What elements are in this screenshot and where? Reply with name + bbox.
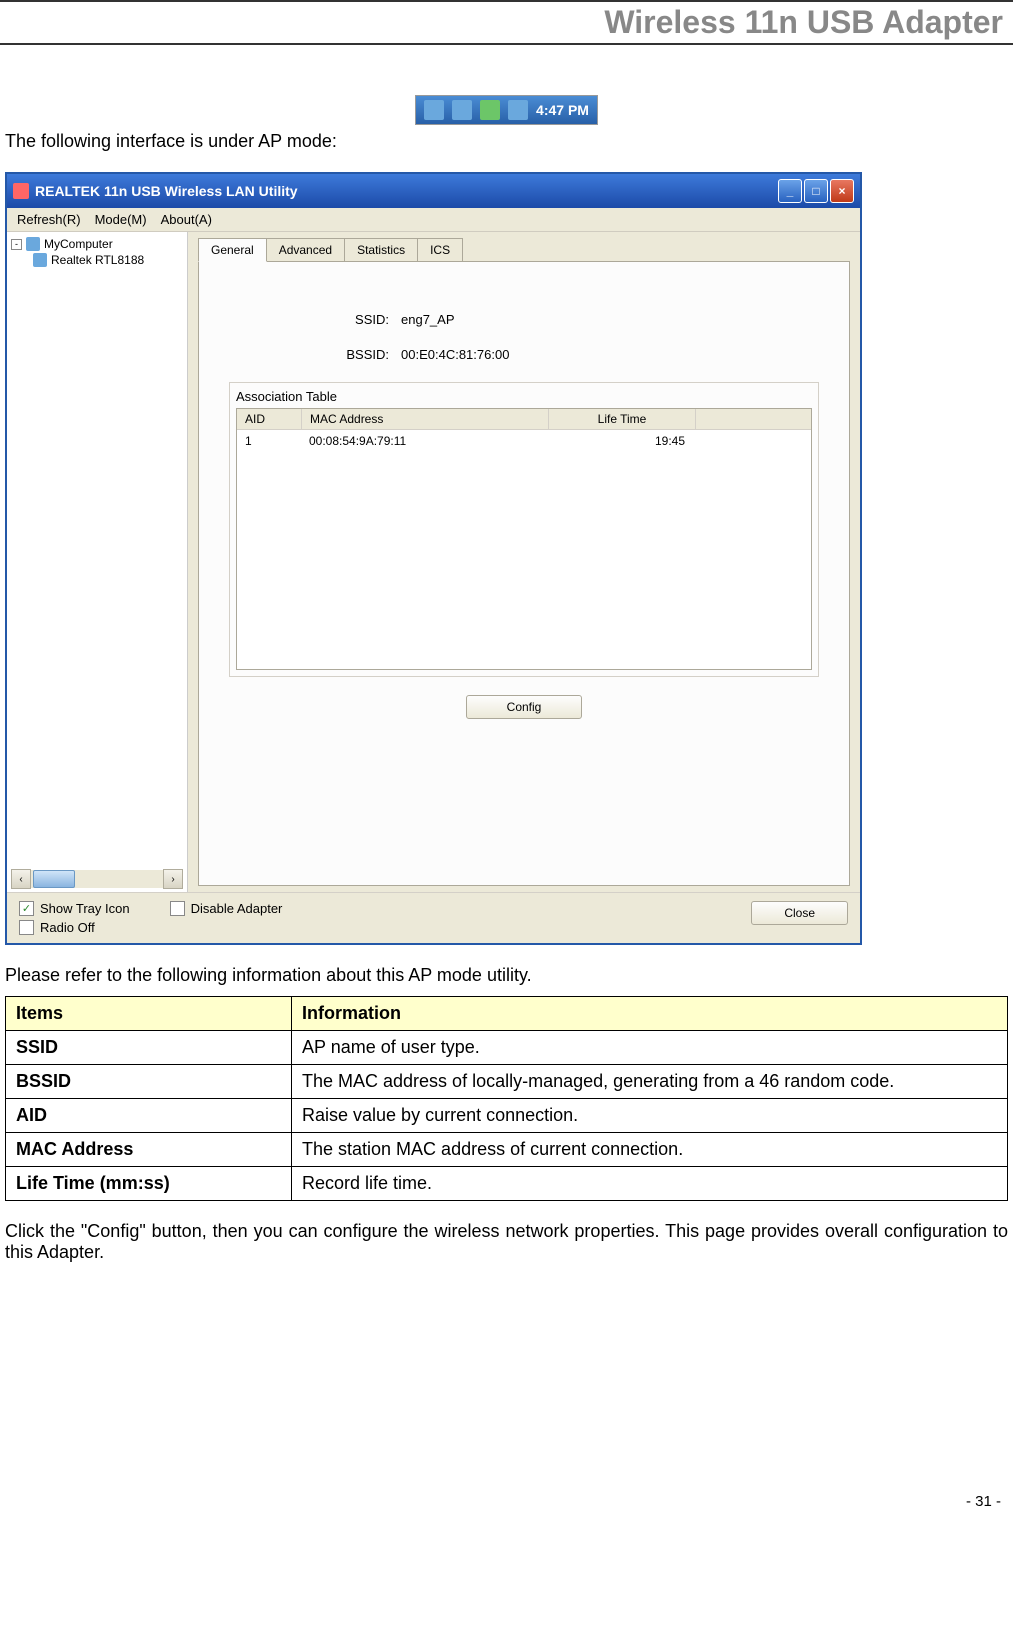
- adapter-icon: [33, 253, 47, 267]
- menubar: Refresh(R) Mode(M) About(A): [7, 208, 860, 232]
- tab-advanced[interactable]: Advanced: [266, 238, 345, 261]
- table-row[interactable]: 1 00:08:54:9A:79:11 19:45: [237, 430, 811, 452]
- td-life: 19:45: [547, 432, 715, 450]
- tray-time: 4:47 PM: [536, 102, 589, 118]
- header-title: Wireless 11n USB Adapter: [604, 4, 1013, 40]
- row-ssid-info: AP name of user type.: [292, 1031, 1008, 1065]
- th-aid[interactable]: AID: [237, 409, 302, 429]
- app-icon: [13, 183, 29, 199]
- tree-collapse-icon[interactable]: -: [11, 239, 22, 250]
- tray-section: 4:47 PM: [0, 95, 1013, 125]
- radio-off-label: Radio Off: [40, 920, 95, 935]
- window-title: REALTEK 11n USB Wireless LAN Utility: [35, 183, 298, 199]
- scroll-thumb[interactable]: [33, 870, 75, 888]
- show-tray-checkbox[interactable]: ✓: [19, 901, 34, 916]
- tree-child[interactable]: Realtek RTL8188: [51, 253, 144, 267]
- association-table: AID MAC Address Life Time 1 00:08:54:9A:…: [236, 408, 812, 670]
- association-fieldset: Association Table AID MAC Address Life T…: [229, 382, 819, 677]
- menu-refresh[interactable]: Refresh(R): [17, 212, 81, 227]
- monitor-icon: [452, 100, 472, 120]
- horizontal-scrollbar[interactable]: ‹ ›: [11, 870, 183, 888]
- row-lifetime-info: Record life time.: [292, 1167, 1008, 1201]
- maximize-button[interactable]: □: [804, 179, 828, 203]
- th-mac[interactable]: MAC Address: [302, 409, 549, 429]
- wireless-icon: [480, 100, 500, 120]
- signal-icon: [508, 100, 528, 120]
- tab-content: SSID: eng7_AP BSSID: 00:E0:4C:81:76:00 A…: [198, 261, 850, 886]
- row-aid-item: AID: [6, 1099, 292, 1133]
- utility-window: REALTEK 11n USB Wireless LAN Utility _ □…: [5, 172, 862, 945]
- tree-panel: - MyComputer Realtek RTL8188 ‹ ›: [7, 232, 188, 892]
- tab-ics[interactable]: ICS: [417, 238, 463, 261]
- system-tray: 4:47 PM: [415, 95, 598, 125]
- intro-text: The following interface is under AP mode…: [0, 131, 1013, 152]
- ssid-value: eng7_AP: [401, 312, 455, 327]
- disable-adapter-checkbox[interactable]: [170, 901, 185, 916]
- close-window-button[interactable]: ×: [830, 179, 854, 203]
- info-table: Items Information SSID AP name of user t…: [5, 996, 1008, 1201]
- scroll-right-button[interactable]: ›: [163, 869, 183, 889]
- row-ssid-item: SSID: [6, 1031, 292, 1065]
- td-mac: 00:08:54:9A:79:11: [301, 432, 547, 450]
- th-information: Information: [292, 997, 1008, 1031]
- row-mac-info: The station MAC address of current conne…: [292, 1133, 1008, 1167]
- td-aid: 1: [237, 432, 301, 450]
- radio-off-checkbox[interactable]: [19, 920, 34, 935]
- menu-about[interactable]: About(A): [161, 212, 212, 227]
- ssid-label: SSID:: [229, 312, 401, 327]
- row-mac-item: MAC Address: [6, 1133, 292, 1167]
- tab-statistics[interactable]: Statistics: [344, 238, 418, 261]
- bssid-label: BSSID:: [229, 347, 401, 362]
- tab-general[interactable]: General: [198, 238, 267, 262]
- config-button[interactable]: Config: [466, 695, 583, 719]
- row-bssid-info: The MAC address of locally-managed, gene…: [292, 1065, 1008, 1099]
- page-header: Wireless 11n USB Adapter: [0, 0, 1013, 45]
- row-lifetime-item: Life Time (mm:ss): [6, 1167, 292, 1201]
- minimize-button[interactable]: _: [778, 179, 802, 203]
- refer-text: Please refer to the following informatio…: [0, 965, 1013, 986]
- th-items: Items: [6, 997, 292, 1031]
- page-number: - 31 -: [0, 1493, 1013, 1510]
- footer-text: Click the "Config" button, then you can …: [0, 1221, 1013, 1263]
- th-life[interactable]: Life Time: [549, 409, 696, 429]
- row-bssid-item: BSSID: [6, 1065, 292, 1099]
- bottom-bar: ✓ Show Tray Icon Radio Off Disable Adapt…: [7, 892, 860, 943]
- bssid-value: 00:E0:4C:81:76:00: [401, 347, 509, 362]
- tabs: General Advanced Statistics ICS: [198, 238, 850, 261]
- row-aid-info: Raise value by current connection.: [292, 1099, 1008, 1133]
- menu-mode[interactable]: Mode(M): [95, 212, 147, 227]
- tree-root[interactable]: MyComputer: [44, 237, 113, 251]
- scroll-left-button[interactable]: ‹: [11, 869, 31, 889]
- network-icon: [424, 100, 444, 120]
- computer-icon: [26, 237, 40, 251]
- disable-adapter-label: Disable Adapter: [191, 901, 283, 916]
- fieldset-legend: Association Table: [236, 389, 812, 404]
- close-button[interactable]: Close: [751, 901, 848, 925]
- show-tray-label: Show Tray Icon: [40, 901, 130, 916]
- titlebar: REALTEK 11n USB Wireless LAN Utility _ □…: [7, 174, 860, 208]
